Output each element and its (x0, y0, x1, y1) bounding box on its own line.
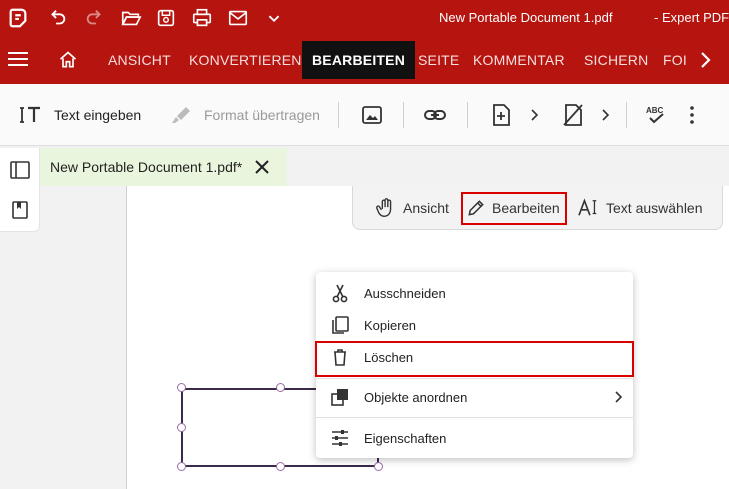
home-icon[interactable] (58, 50, 78, 70)
copy-icon (332, 316, 349, 334)
view-mode-label: Ansicht (403, 200, 449, 216)
mail-icon[interactable] (226, 6, 250, 30)
spellcheck-icon[interactable]: ABC (645, 103, 669, 127)
text-input-label: Text eingeben (54, 107, 142, 123)
add-page-icon[interactable] (489, 103, 513, 127)
svg-text:ABC: ABC (646, 106, 664, 115)
app-logo-icon (6, 6, 30, 30)
tab-bearbeiten[interactable]: BEARBEITEN (302, 41, 416, 79)
tab-konvertieren[interactable]: KONVERTIEREN (189, 41, 302, 79)
resize-handle[interactable] (177, 383, 186, 392)
tab-ansicht[interactable]: ANSICHT (108, 41, 171, 79)
menu-divider (316, 378, 633, 379)
ribbon-tab-bar: ANSICHT KONVERTIEREN BEARBEITEN SEITE KO… (0, 36, 729, 84)
menu-item-properties-label: Eigenschaften (364, 430, 447, 446)
menu-item-copy-label: Kopieren (364, 317, 417, 333)
view-mode-button[interactable]: Ansicht (375, 186, 449, 230)
undo-icon[interactable] (45, 6, 69, 30)
text-input-button[interactable]: Text eingeben (20, 84, 141, 146)
chevron-right-icon[interactable] (699, 50, 713, 70)
chevron-right-icon[interactable] (530, 108, 540, 122)
document-tab[interactable]: New Portable Document 1.pdf* (40, 148, 287, 186)
menu-item-arrange[interactable]: Objekte anordnen (316, 382, 633, 412)
bookmark-icon[interactable] (10, 200, 30, 220)
toolbar-divider (467, 102, 468, 128)
text-cursor-icon (578, 198, 597, 216)
redo-icon[interactable] (83, 6, 107, 30)
link-icon[interactable] (423, 103, 447, 127)
delete-item-highlight (315, 341, 634, 377)
menu-item-copy[interactable]: Kopieren (316, 310, 633, 340)
print-icon[interactable] (190, 6, 214, 30)
hand-icon (376, 198, 392, 217)
select-text-label: Text auswählen (606, 200, 703, 216)
open-folder-icon[interactable] (119, 6, 143, 30)
more-vertical-icon[interactable] (680, 103, 704, 127)
resize-handle[interactable] (276, 462, 285, 471)
menu-item-cut[interactable]: Ausschneiden (316, 278, 633, 308)
insert-text-icon (20, 106, 40, 123)
tab-kommentar[interactable]: KOMMENTAR (473, 41, 565, 79)
edit-toolbar: Text eingeben Format übertragen ABC (0, 84, 729, 146)
brush-icon (172, 107, 190, 123)
tab-seite[interactable]: SEITE (418, 41, 459, 79)
toolbar-divider (403, 102, 404, 128)
document-title: New Portable Document 1.pdf (439, 10, 613, 25)
chevron-right-icon (615, 391, 623, 403)
menu-item-cut-label: Ausschneiden (364, 285, 446, 301)
close-icon[interactable] (253, 158, 271, 176)
left-sidebar (0, 148, 40, 232)
menu-divider (316, 417, 633, 418)
format-painter-button[interactable]: Format übertragen (170, 84, 320, 146)
resize-handle[interactable] (177, 462, 186, 471)
chevron-down-icon[interactable] (262, 6, 286, 30)
resize-handle[interactable] (177, 423, 186, 432)
arrange-icon (331, 389, 348, 406)
format-painter-label: Format übertragen (204, 107, 320, 123)
tab-sichern[interactable]: SICHERN (584, 41, 648, 79)
scissors-icon (332, 284, 348, 303)
menu-item-arrange-label: Objekte anordnen (364, 389, 468, 405)
menu-icon[interactable] (8, 52, 28, 66)
panel-icon[interactable] (10, 160, 30, 180)
document-tab-label: New Portable Document 1.pdf* (50, 159, 243, 175)
chevron-right-icon[interactable] (601, 108, 611, 122)
no-page-icon[interactable] (561, 103, 585, 127)
resize-handle[interactable] (374, 462, 383, 471)
image-icon[interactable] (360, 103, 384, 127)
edit-mode-highlight (461, 192, 567, 225)
menu-item-properties[interactable]: Eigenschaften (316, 423, 633, 453)
title-bar: New Portable Document 1.pdf - Expert PDF… (0, 0, 729, 36)
save-icon[interactable] (154, 6, 178, 30)
toolbar-divider (626, 102, 627, 128)
select-text-button[interactable]: Text auswählen (578, 186, 703, 230)
tab-formular[interactable]: FOI (663, 41, 687, 79)
app-title: - Expert PDF 1 (654, 10, 729, 25)
sliders-icon (332, 430, 348, 446)
resize-handle[interactable] (276, 383, 285, 392)
toolbar-divider (338, 102, 339, 128)
